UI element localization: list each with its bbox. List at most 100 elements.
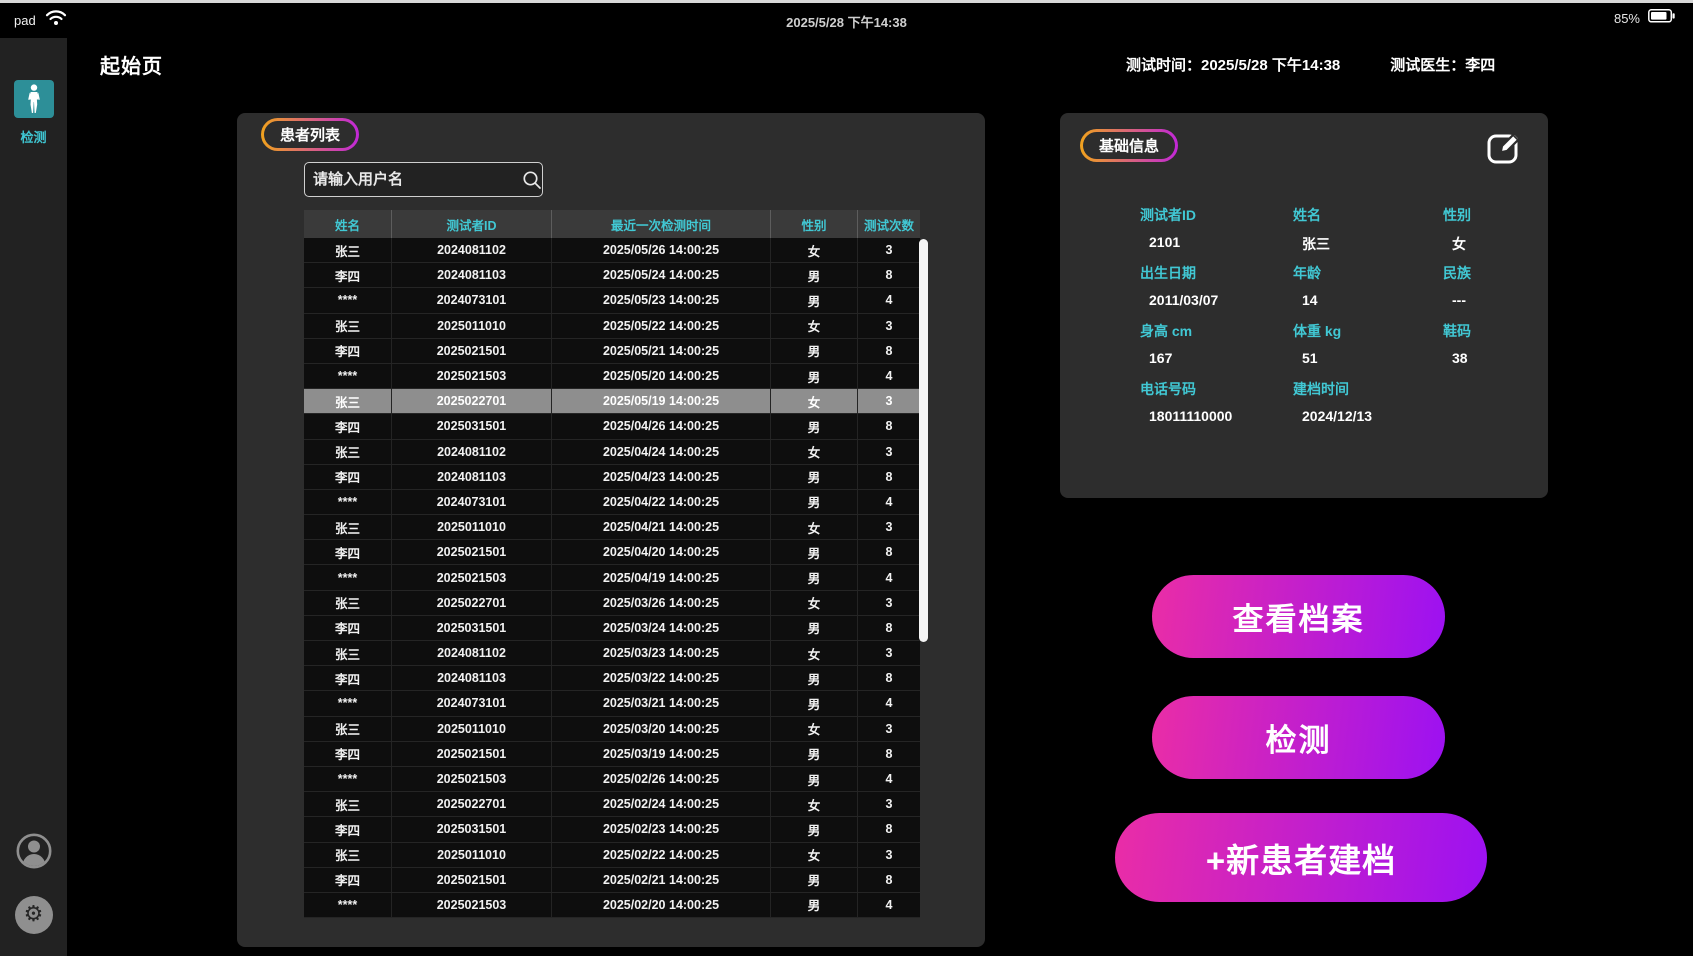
- table-cell: 4: [857, 691, 920, 715]
- table-row[interactable]: 张三20240811022025/03/23 14:00:25女3: [304, 641, 920, 666]
- view-archive-button[interactable]: 查看档案: [1152, 575, 1445, 658]
- column-header: 性别: [770, 210, 857, 238]
- table-cell: 2025/03/26 14:00:25: [551, 591, 770, 615]
- table-cell: 2025/05/20 14:00:25: [551, 364, 770, 388]
- new-patient-button[interactable]: +新患者建档: [1115, 813, 1487, 902]
- table-cell: 2025/05/21 14:00:25: [551, 339, 770, 363]
- info-field-label: 鞋码: [1443, 321, 1535, 341]
- info-field: 身高 cm167: [1140, 321, 1293, 376]
- table-cell: 2024081103: [391, 263, 551, 287]
- patient-list-panel: 患者列表 姓名测试者ID最近一次检测时间性别测试次数 张三20240811022…: [237, 113, 985, 947]
- table-row[interactable]: 李四20250315012025/02/23 14:00:25男8: [304, 817, 920, 842]
- table-row[interactable]: 张三20250110102025/02/22 14:00:25女3: [304, 843, 920, 868]
- table-cell: 4: [857, 288, 920, 312]
- table-cell: 2025011010: [391, 515, 551, 539]
- table-row[interactable]: ****20250215032025/02/26 14:00:25男4: [304, 767, 920, 792]
- table-cell: 2025/04/26 14:00:25: [551, 414, 770, 438]
- table-cell: 3: [857, 440, 920, 464]
- table-row[interactable]: ****20240731012025/04/22 14:00:25男4: [304, 490, 920, 515]
- table-cell: 2025/03/20 14:00:25: [551, 717, 770, 741]
- sidebar-item-detect[interactable]: 检测: [0, 80, 67, 146]
- info-field-value: 2101: [1140, 234, 1293, 250]
- table-row[interactable]: 李四20250315012025/04/26 14:00:25男8: [304, 414, 920, 439]
- table-row[interactable]: 李四20240811032025/04/23 14:00:25男8: [304, 465, 920, 490]
- table-scrollbar-thumb[interactable]: [919, 239, 928, 642]
- info-field-label: 身高 cm: [1140, 321, 1293, 341]
- table-row[interactable]: 张三20240811022025/04/24 14:00:25女3: [304, 440, 920, 465]
- table-cell: 张三: [304, 717, 391, 741]
- table-row[interactable]: 李四20250215012025/02/21 14:00:25男8: [304, 868, 920, 893]
- table-cell: 3: [857, 314, 920, 338]
- table-cell: 2025021501: [391, 339, 551, 363]
- table-cell: 4: [857, 767, 920, 791]
- table-row[interactable]: 张三20250227012025/02/24 14:00:25女3: [304, 792, 920, 817]
- detect-button[interactable]: 检测: [1152, 696, 1445, 779]
- table-cell: 3: [857, 717, 920, 741]
- table-cell: 张三: [304, 440, 391, 464]
- table-cell: 男: [770, 691, 857, 715]
- table-row[interactable]: ****20240731012025/03/21 14:00:25男4: [304, 691, 920, 716]
- table-row[interactable]: 张三20250227012025/05/19 14:00:25女3: [304, 389, 920, 414]
- table-cell: 2025/04/19 14:00:25: [551, 565, 770, 589]
- table-cell: 男: [770, 893, 857, 917]
- table-row[interactable]: 李四20250215012025/05/21 14:00:25男8: [304, 339, 920, 364]
- info-field-label: 性别: [1443, 205, 1535, 225]
- search-icon: [522, 170, 542, 190]
- table-cell: 2024081102: [391, 440, 551, 464]
- table-cell: 张三: [304, 515, 391, 539]
- info-field-label: 体重 kg: [1293, 321, 1443, 341]
- column-header: 测试者ID: [391, 210, 551, 238]
- info-field-label: 年龄: [1293, 263, 1443, 283]
- table-row[interactable]: 李四20240811032025/03/22 14:00:25男8: [304, 666, 920, 691]
- app-screen: pad 2025/5/28 下午14:38 85%: [0, 0, 1693, 956]
- table-cell: 3: [857, 515, 920, 539]
- table-cell: 2024073101: [391, 691, 551, 715]
- table-cell: 李四: [304, 540, 391, 564]
- info-field-label: 测试者ID: [1140, 205, 1293, 225]
- table-row[interactable]: 李四20250215012025/04/20 14:00:25男8: [304, 540, 920, 565]
- settings-gear-icon[interactable]: ⚙: [15, 896, 53, 934]
- table-cell: 2025/04/22 14:00:25: [551, 490, 770, 514]
- table-row[interactable]: ****20250215032025/05/20 14:00:25男4: [304, 364, 920, 389]
- table-row[interactable]: 李四20240811032025/05/24 14:00:25男8: [304, 263, 920, 288]
- table-cell: 3: [857, 792, 920, 816]
- table-cell: 男: [770, 364, 857, 388]
- table-cell: 男: [770, 565, 857, 589]
- table-cell: 男: [770, 490, 857, 514]
- edit-icon[interactable]: [1486, 129, 1526, 165]
- patient-table-body: 张三20240811022025/05/26 14:00:25女3李四20240…: [304, 238, 920, 918]
- table-cell: 2025/05/24 14:00:25: [551, 263, 770, 287]
- table-cell: 4: [857, 490, 920, 514]
- table-row[interactable]: ****20250215032025/04/19 14:00:25男4: [304, 565, 920, 590]
- table-cell: 李四: [304, 414, 391, 438]
- basic-info-panel: 基础信息 测试者ID2101姓名张三性别女出生日期2011/03/07年龄14民…: [1060, 113, 1548, 498]
- search-input[interactable]: [305, 171, 522, 188]
- column-header: 姓名: [304, 210, 391, 238]
- table-row[interactable]: 张三20240811022025/05/26 14:00:25女3: [304, 238, 920, 263]
- table-cell: 2025/03/19 14:00:25: [551, 742, 770, 766]
- user-avatar-icon[interactable]: [16, 833, 52, 874]
- table-cell: 2025/03/24 14:00:25: [551, 616, 770, 640]
- table-row[interactable]: ****20240731012025/05/23 14:00:25男4: [304, 288, 920, 313]
- table-cell: 2025/02/22 14:00:25: [551, 843, 770, 867]
- table-cell: 8: [857, 414, 920, 438]
- table-row[interactable]: ****20250215032025/02/20 14:00:25男4: [304, 893, 920, 918]
- table-cell: ****: [304, 893, 391, 917]
- table-row[interactable]: 李四20250215012025/03/19 14:00:25男8: [304, 742, 920, 767]
- table-row[interactable]: 张三20250110102025/03/20 14:00:25女3: [304, 717, 920, 742]
- table-row[interactable]: 张三20250227012025/03/26 14:00:25女3: [304, 591, 920, 616]
- table-row[interactable]: 张三20250110102025/05/22 14:00:25女3: [304, 314, 920, 339]
- table-cell: 男: [770, 666, 857, 690]
- info-field-value: 38: [1443, 350, 1535, 366]
- table-cell: 2025/05/26 14:00:25: [551, 238, 770, 262]
- table-cell: 男: [770, 263, 857, 287]
- person-standing-icon: [14, 80, 54, 118]
- column-header: 测试次数: [857, 210, 920, 238]
- table-cell: ****: [304, 490, 391, 514]
- table-cell: 张三: [304, 389, 391, 413]
- table-row[interactable]: 李四20250315012025/03/24 14:00:25男8: [304, 616, 920, 641]
- info-field-label: 姓名: [1293, 205, 1443, 225]
- table-cell: 女: [770, 314, 857, 338]
- table-row[interactable]: 张三20250110102025/04/21 14:00:25女3: [304, 515, 920, 540]
- info-field: 测试者ID 2101: [1140, 205, 1293, 260]
